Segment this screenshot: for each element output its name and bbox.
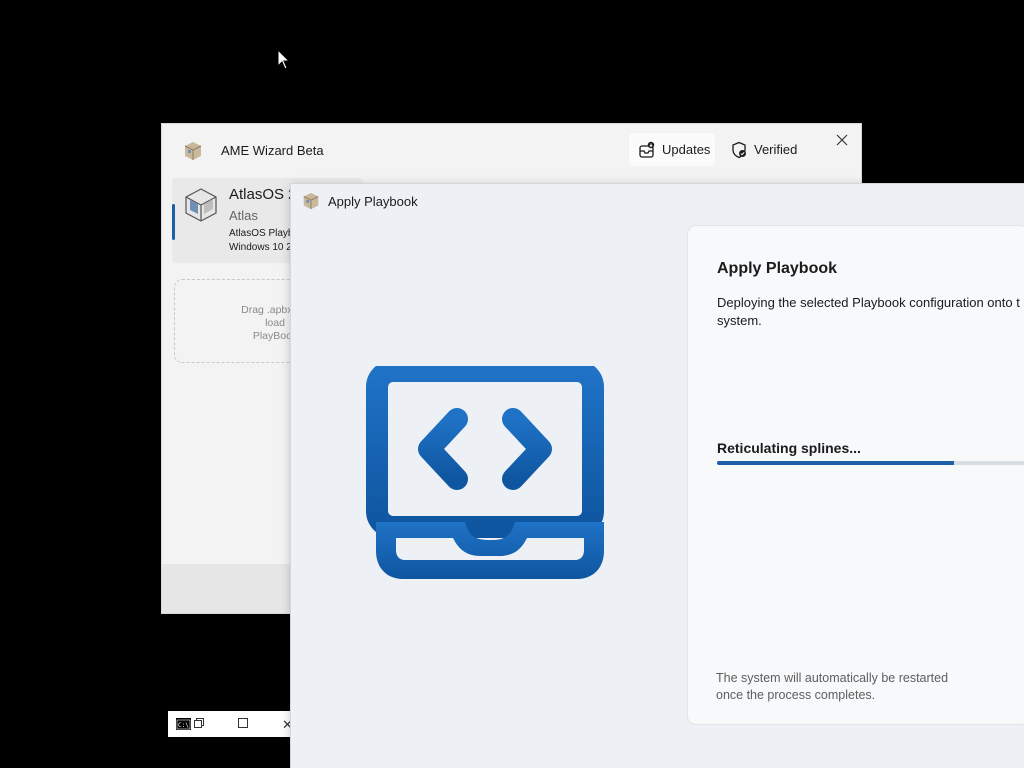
laptop-code-icon (366, 366, 604, 579)
playbook-description: AtlasOS Playbo (229, 228, 300, 239)
console-window-strip: C:\ ✕ (168, 711, 294, 737)
playbook-author: Atlas (229, 208, 258, 223)
ame-titlebar: AME Wizard Beta Updates Verified (162, 124, 861, 180)
updates-label: Updates (662, 142, 711, 157)
close-icon (836, 134, 848, 146)
restart-note: The system will automatically be restart… (716, 671, 949, 702)
updates-button[interactable]: Updates (629, 133, 715, 166)
ame-window-title: AME Wizard Beta (221, 143, 324, 158)
updates-icon (639, 141, 655, 158)
progress-status-text: Reticulating splines... (717, 440, 861, 456)
verified-label: Verified (754, 142, 798, 157)
apply-status-panel: Apply Playbook Deploying the selected Pl… (688, 226, 1024, 724)
maximize-icon[interactable] (238, 718, 248, 728)
restore-icon[interactable] (194, 718, 204, 728)
console-icon: C:\ (176, 718, 191, 730)
apply-playbook-window: Apply Playbook Apply Playbook Deploying … (291, 184, 1024, 768)
ame-app-icon (184, 142, 202, 160)
close-button[interactable] (830, 130, 854, 150)
svg-text:C:\: C:\ (178, 722, 189, 729)
verified-shield-icon (732, 141, 746, 158)
playbook-cube-icon (185, 188, 217, 222)
panel-heading: Apply Playbook (717, 260, 838, 277)
ame-app-icon (303, 192, 319, 210)
progress-bar-fill (717, 461, 954, 465)
playbook-name: AtlasOS 2 (229, 186, 297, 203)
panel-description: Deploying the selected Playbook configur… (717, 295, 1020, 328)
mouse-cursor-icon (277, 49, 291, 70)
apply-window-title: Apply Playbook (328, 194, 418, 209)
verified-button[interactable]: Verified (725, 133, 811, 166)
playbook-os-version: Windows 10 2 (229, 242, 292, 253)
progress-bar (717, 461, 1024, 465)
selected-indicator (172, 204, 175, 240)
